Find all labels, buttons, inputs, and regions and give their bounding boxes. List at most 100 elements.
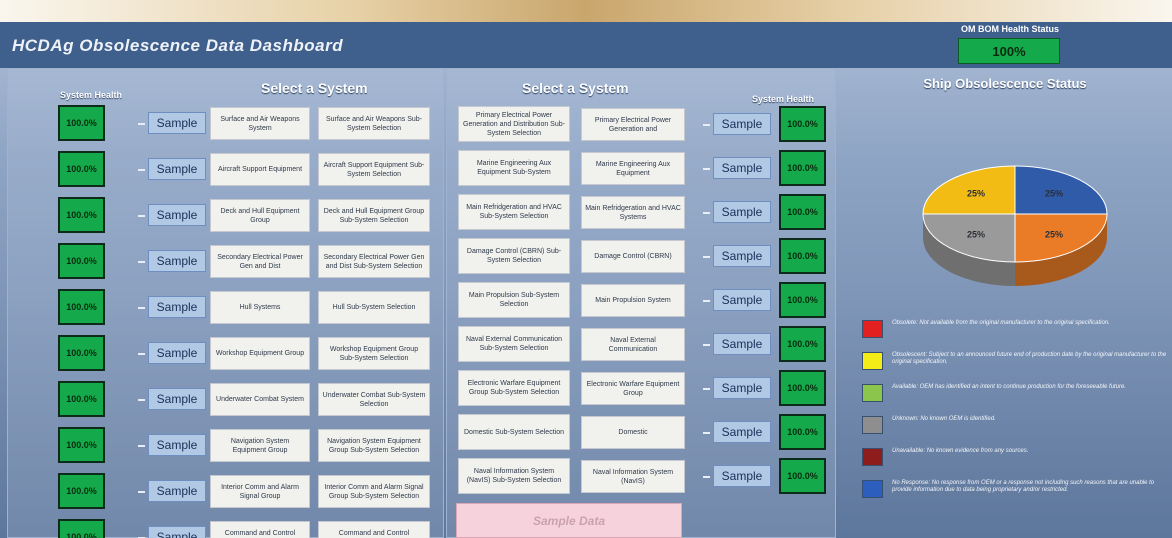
subsystem-selection-button[interactable]: Interior Comm and Alarm Signal Group Sub… — [318, 475, 430, 508]
legend-text: Unavailable: No known evidence from any … — [892, 448, 1029, 454]
sample-button[interactable]: Sample — [138, 158, 206, 180]
sample-button[interactable]: Sample — [138, 526, 206, 538]
left-select-heading: Select a System — [261, 80, 368, 96]
system-health-badge: 100.0% — [58, 381, 105, 417]
pie-slice-label: 25% — [1045, 189, 1063, 199]
subsystem-selection-button[interactable]: Command and Control Equipment Group — [318, 521, 430, 538]
subsystem-selection-button[interactable]: Marine Engineering Aux Equipment Sub-Sys… — [458, 150, 570, 186]
legend-text: Available: OEM has identified an intent … — [892, 384, 1127, 390]
right-select-heading: Select a System — [522, 80, 629, 96]
system-button[interactable]: Workshop Equipment Group — [210, 337, 310, 370]
legend-swatch — [862, 448, 883, 466]
sample-button[interactable]: Sample — [703, 377, 771, 399]
system-button[interactable]: Navigation System Equipment Group — [210, 429, 310, 462]
system-button[interactable]: Electronic Warfare Equipment Group — [581, 372, 685, 405]
sample-button[interactable]: Sample — [138, 296, 206, 318]
legend-swatch — [862, 320, 883, 338]
subsystem-selection-button[interactable]: Electronic Warfare Equipment Group Sub-S… — [458, 370, 570, 406]
right-health-heading: System Health — [752, 94, 815, 104]
ship-status-title: Ship Obsolescence Status — [923, 76, 1087, 91]
sample-button[interactable]: Sample — [138, 480, 206, 502]
legend-row: Obsolescent: Subject to an announced fut… — [862, 352, 1166, 370]
system-health-badge: 100.0% — [58, 197, 105, 233]
legend-row: No Response: No response from OEM or a r… — [862, 480, 1162, 498]
sample-button[interactable]: Sample — [138, 342, 206, 364]
system-button[interactable]: Interior Comm and Alarm Signal Group — [210, 475, 310, 508]
sample-button[interactable]: Sample — [703, 245, 771, 267]
subsystem-selection-button[interactable]: Surface and Air Weapons Sub-System Selec… — [318, 107, 430, 140]
legend-swatch — [862, 480, 883, 498]
system-button[interactable]: Aircraft Support Equipment — [210, 153, 310, 186]
dashboard-title: HCDAg Obsolescence Data Dashboard — [12, 36, 344, 55]
system-health-badge: 100.0% — [58, 289, 105, 325]
legend-swatch — [862, 352, 883, 370]
system-button[interactable]: Damage Control (CBRN) — [581, 240, 685, 273]
subsystem-selection-button[interactable]: Main Refridgeration and HVAC Sub-System … — [458, 194, 570, 230]
sample-button[interactable]: Sample — [138, 204, 206, 226]
system-health-badge: 100.0% — [779, 458, 826, 494]
system-button[interactable]: Hull Systems — [210, 291, 310, 324]
subsystem-selection-button[interactable]: Main Propulsion Sub-System Selection — [458, 282, 570, 318]
sample-button[interactable]: Sample — [703, 157, 771, 179]
system-button[interactable]: Secondary Electrical Power Gen and Dist — [210, 245, 310, 278]
subsystem-selection-button[interactable]: Hull Sub-System Selection — [318, 291, 430, 324]
sample-button[interactable]: Sample — [138, 388, 206, 410]
system-health-badge: 100.0% — [779, 238, 826, 274]
subsystem-selection-button[interactable]: Workshop Equipment Group Sub-System Sele… — [318, 337, 430, 370]
subsystem-selection-button[interactable]: Damage Control (CBRN) Sub-System Selecti… — [458, 238, 570, 274]
system-button[interactable]: Underwater Combat System — [210, 383, 310, 416]
legend-row: Unknown: No known OEM is identified. — [862, 416, 1162, 434]
pie-slice-label: 25% — [967, 229, 985, 239]
subsystem-selection-button[interactable]: Underwater Combat Sub-System Selection — [318, 383, 430, 416]
system-health-badge: 100.0% — [779, 282, 826, 318]
subsystem-selection-button[interactable]: Aircraft Support Equipment Sub-System Se… — [318, 153, 430, 186]
legend-text: Obsolete: Not available from the origina… — [892, 320, 1110, 326]
system-health-badge: 100.0% — [58, 335, 105, 371]
pie-slice-label: 25% — [1045, 229, 1063, 239]
system-button[interactable]: Marine Engineering Aux Equipment — [581, 152, 685, 185]
sample-button[interactable]: Sample — [138, 112, 206, 134]
sample-button[interactable]: Sample — [703, 113, 771, 135]
system-health-badge: 100.0% — [58, 105, 105, 141]
om-bom-health-label: OM BOM Health Status — [960, 24, 1059, 34]
system-button[interactable]: Primary Electrical Power Generation and — [581, 108, 685, 141]
ship-obsolescence-pie-chart: 25% 25% 25% 25% — [922, 165, 1108, 286]
left-health-heading: System Health — [60, 90, 123, 100]
subsystem-selection-button[interactable]: Naval External Communication Sub-System … — [458, 326, 570, 362]
subsystem-selection-button[interactable]: Secondary Electrical Power Gen and Dist … — [318, 245, 430, 278]
system-button[interactable]: Command and Control Equipment Group — [210, 521, 310, 538]
system-button[interactable]: Domestic — [581, 416, 685, 449]
system-health-badge: 100.0% — [779, 150, 826, 186]
subsystem-selection-button[interactable]: Domestic Sub-System Selection — [458, 414, 570, 450]
legend-text: No Response: No response from OEM or a r… — [892, 480, 1155, 493]
sample-button[interactable]: Sample — [703, 201, 771, 223]
system-health-badge: 100.0% — [779, 370, 826, 406]
sample-button[interactable]: Sample — [138, 434, 206, 456]
system-button[interactable]: Main Propulsion System — [581, 284, 685, 317]
system-button[interactable]: Naval External Communication — [581, 328, 685, 361]
sample-button[interactable]: Sample — [703, 421, 771, 443]
sample-button[interactable]: Sample — [138, 250, 206, 272]
subsystem-selection-button[interactable]: Primary Electrical Power Generation and … — [458, 106, 570, 142]
system-button[interactable]: Deck and Hull Equipment Group — [210, 199, 310, 232]
legend-swatch — [862, 416, 883, 434]
sample-button[interactable]: Sample — [703, 465, 771, 487]
subsystem-selection-button[interactable]: Naval Information System (NavIS) Sub-Sys… — [458, 458, 570, 494]
subsystem-selection-button[interactable]: Navigation System Equipment Group Sub-Sy… — [318, 429, 430, 462]
sample-data-button[interactable]: Sample Data — [456, 503, 682, 538]
system-button[interactable]: Main Refridgeration and HVAC Systems — [581, 196, 685, 229]
legend-swatch — [862, 384, 883, 402]
system-button[interactable]: Surface and Air Weapons System — [210, 107, 310, 140]
legend-row: Unavailable: No known evidence from any … — [862, 448, 1162, 466]
system-health-badge: 100.0% — [58, 519, 105, 538]
legend-row: Available: OEM has identified an intent … — [862, 384, 1162, 402]
subsystem-selection-button[interactable]: Deck and Hull Equipment Group Sub-System… — [318, 199, 430, 232]
sample-button[interactable]: Sample — [703, 289, 771, 311]
system-health-badge: 100.0% — [779, 326, 826, 362]
sample-button[interactable]: Sample — [703, 333, 771, 355]
system-health-badge: 100.0% — [779, 414, 826, 450]
system-health-badge: 100.0% — [58, 427, 105, 463]
legend-row: Obsolete: Not available from the origina… — [862, 320, 1162, 338]
legend-text: Obsolescent: Subject to an announced fut… — [892, 352, 1167, 365]
system-button[interactable]: Naval Information System (NavIS) — [581, 460, 685, 493]
